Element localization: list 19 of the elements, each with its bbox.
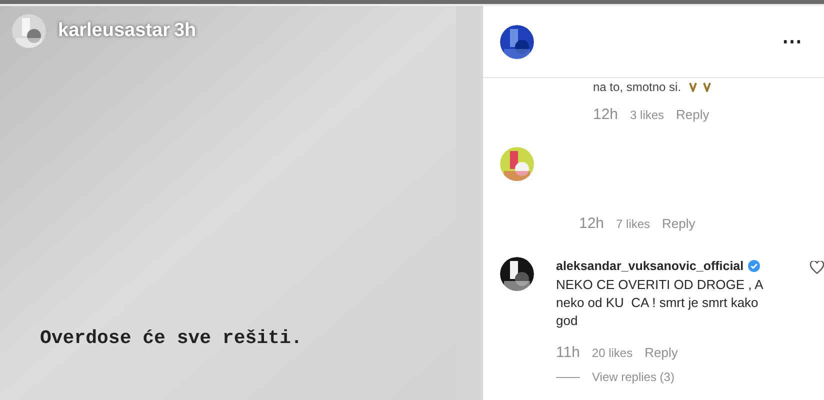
more-options-icon[interactable]: ⋯ <box>782 26 803 56</box>
heart-icon[interactable] <box>810 261 824 274</box>
comment-time: 11h <box>556 342 580 363</box>
emoji-icon <box>689 82 714 92</box>
comment-time: 12h <box>593 105 618 125</box>
view-replies-link[interactable]: View replies (3) <box>592 368 674 386</box>
story-time: 3h <box>174 18 196 43</box>
like-count: 7 likes <box>616 216 650 232</box>
comment-username[interactable]: aleksandar_vuksanovic_official <box>556 257 744 276</box>
reply-link[interactable]: Reply <box>644 342 678 362</box>
story-caption: Overdose će sve rešiti. <box>40 326 304 350</box>
comment-text: na to, smotno si. <box>593 79 682 96</box>
comment-time: 12h <box>579 214 604 234</box>
like-count: 20 likes <box>592 344 633 362</box>
like-count: 3 likes <box>630 107 664 124</box>
reply-link[interactable]: Reply <box>676 105 710 124</box>
comment-text: NEKO CE OVERITI OD DROGE , A neko od KU CA ! smrt je smrt kako god <box>556 276 764 330</box>
reply-link[interactable]: Reply <box>662 214 696 233</box>
story-username[interactable]: karleusastar <box>58 16 170 46</box>
